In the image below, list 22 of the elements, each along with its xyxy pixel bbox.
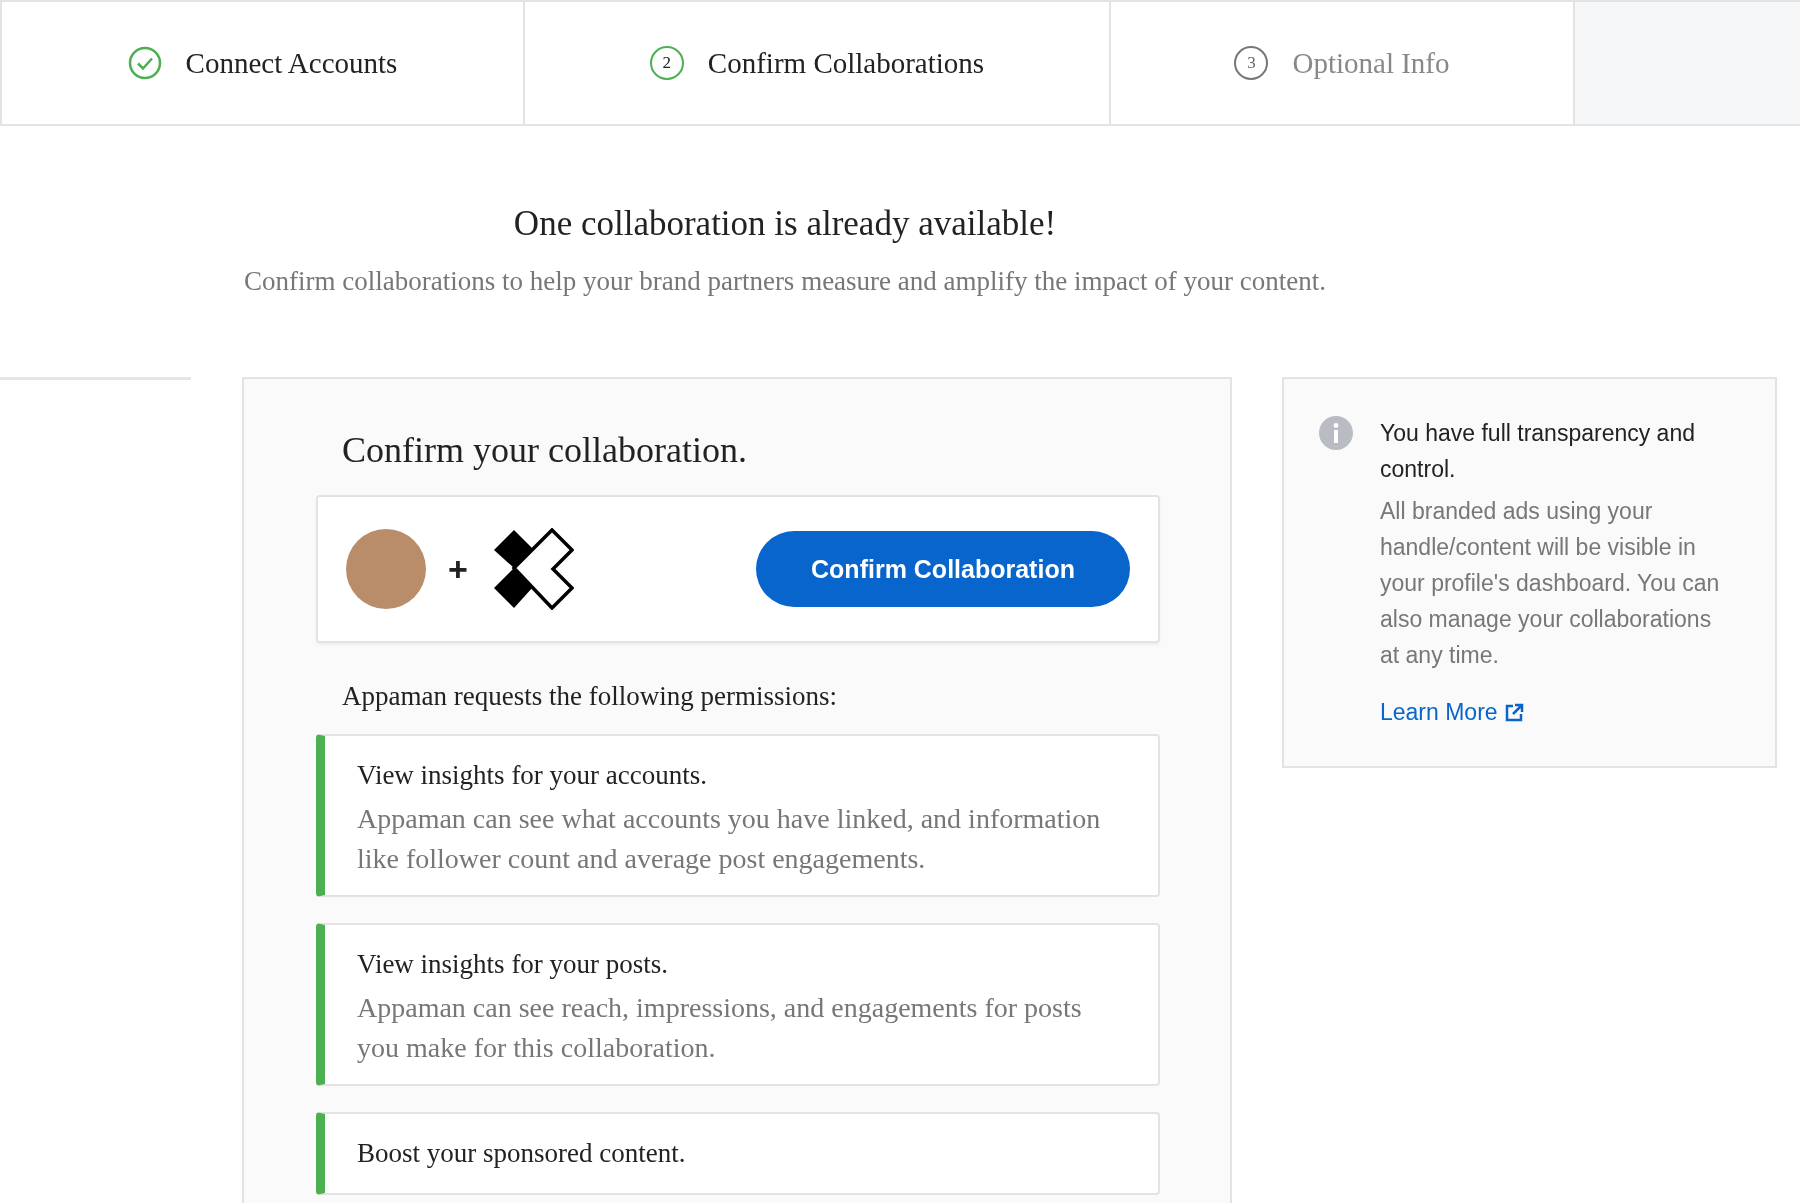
step-label: Optional Info [1292, 46, 1450, 80]
step-label: Confirm Collaborations [707, 46, 985, 80]
page-heading: One collaboration is already available! [512, 204, 1058, 244]
permission-description: Appaman can see reach, impressions, and engagements for posts you make for this collaboration. [357, 991, 1083, 1065]
check-circle-icon [127, 46, 162, 80]
permission-title: View insights for your accounts. [357, 760, 709, 791]
plus-sign: + [448, 549, 468, 589]
learn-more-link[interactable]: Learn More [1380, 699, 1524, 726]
permission-title: Boost your sponsored content. [357, 1138, 687, 1169]
confirm-collaboration-button[interactable]: Confirm Collaboration [756, 531, 1130, 607]
permission-description: Appaman can see what accounts you have linked, and information like follower count and average post engagements. [357, 802, 1102, 876]
info-icon [1318, 415, 1354, 451]
step-number: 2 [649, 46, 684, 80]
step-label: Connect Accounts [185, 46, 398, 80]
permission-title: View insights for your posts. [357, 949, 670, 980]
permissions-label: Appaman requests the following permissions: [342, 681, 838, 712]
card-title: Confirm your collaboration. [342, 429, 748, 471]
info-body: All branded ads using your handle/content will be visible in your profile's dashboard. You can also manage your collaborations at any time. [1380, 497, 1721, 670]
external-link-icon [1503, 702, 1524, 723]
info-title: You have full transparency and control. [1380, 419, 1696, 484]
step-number: 3 [1234, 46, 1269, 80]
page-subheading: Confirm collaborations to help your brand partners measure and amplify the impact of your content. [243, 266, 1327, 297]
